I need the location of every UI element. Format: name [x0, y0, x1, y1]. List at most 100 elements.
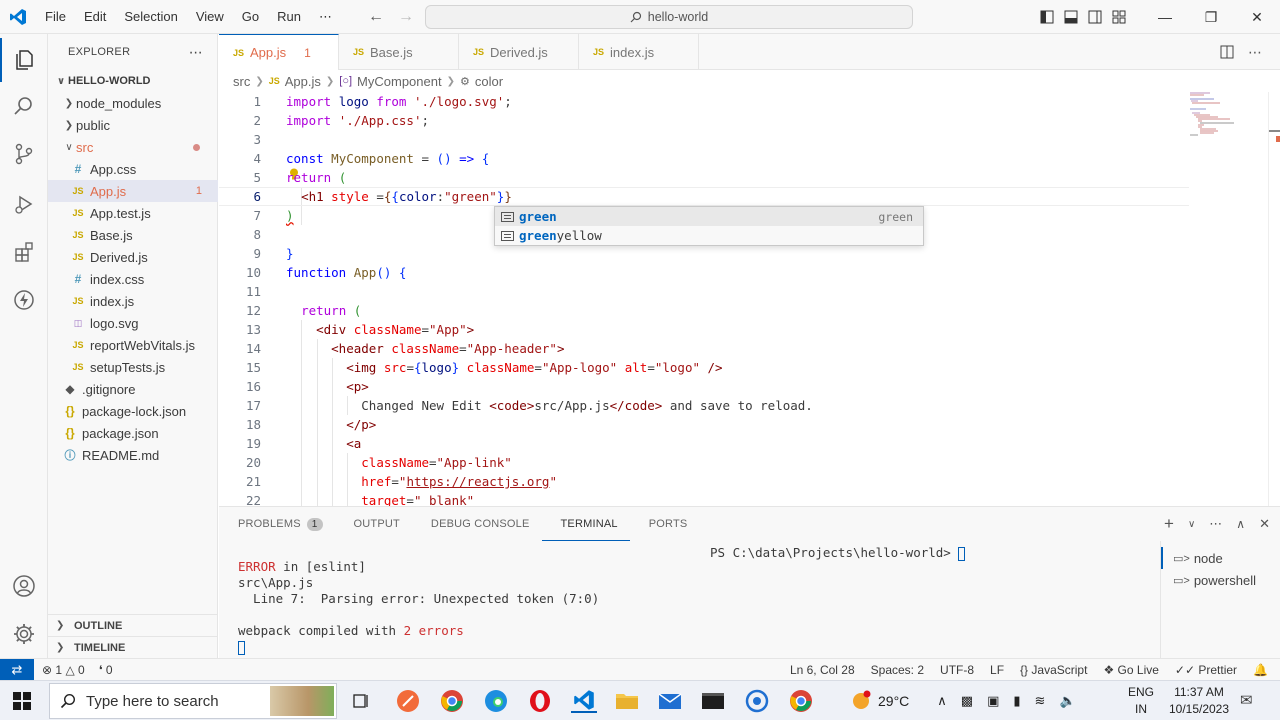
forward-arrow-icon[interactable]: → — [398, 8, 414, 26]
tree-item[interactable]: {} package.json — [48, 422, 218, 444]
tab-problems[interactable]: PROBLEMS 1 — [219, 507, 335, 541]
terminal-node[interactable]: ▭> node — [1161, 547, 1280, 569]
language-mode[interactable]: {} JavaScript — [1020, 663, 1087, 677]
breadcrumb-property[interactable]: color — [475, 74, 503, 89]
new-terminal-icon[interactable]: + — [1164, 514, 1174, 534]
encoding[interactable]: UTF-8 — [940, 663, 974, 677]
search-view-icon[interactable] — [0, 84, 48, 128]
vscode-taskbar-icon[interactable] — [571, 689, 597, 713]
menu-run[interactable]: Run — [268, 0, 310, 34]
microphone-icon[interactable]: ▮ — [1013, 693, 1020, 709]
tree-item[interactable]: ◫ logo.svg — [48, 312, 218, 334]
paint-app-icon[interactable] — [395, 689, 421, 713]
chrome-icon[interactable] — [439, 689, 465, 713]
breadcrumb-file[interactable]: App.js — [285, 74, 321, 89]
tree-item[interactable]: ◆ .gitignore — [48, 378, 218, 400]
task-view-icon[interactable] — [348, 689, 374, 713]
ports-status[interactable]: ❛ 0 — [99, 663, 113, 677]
menu-selection[interactable]: Selection — [115, 0, 186, 34]
chrome-profile-icon[interactable] — [788, 689, 814, 713]
tree-item[interactable]: ∨ src — [48, 136, 218, 158]
restore-icon[interactable]: ❐ — [1188, 9, 1234, 26]
tree-item[interactable]: ❯ public — [48, 114, 218, 136]
settings-app-icon[interactable] — [744, 689, 770, 713]
taskbar-clock[interactable]: 11:37 AM 10/15/2023 — [1164, 684, 1234, 718]
suggestion-item[interactable]: green green — [495, 207, 923, 226]
line-ending[interactable]: LF — [990, 663, 1004, 677]
tree-item[interactable]: # App.css — [48, 158, 218, 180]
opera-icon[interactable] — [527, 689, 553, 713]
prettier-button[interactable]: ✓✓ Prettier — [1175, 663, 1237, 677]
volume-icon[interactable]: 🔈 — [1059, 693, 1075, 709]
breadcrumb-symbol[interactable]: MyComponent — [357, 74, 442, 89]
menu-go[interactable]: Go — [233, 0, 268, 34]
toggle-sidebar-icon[interactable] — [1040, 10, 1054, 24]
mail-icon[interactable] — [657, 689, 683, 713]
tab-app-js[interactable]: JS App.js 1 — [219, 34, 339, 70]
tree-item[interactable]: JS reportWebVitals.js — [48, 334, 218, 356]
maximize-panel-icon[interactable]: ∧ — [1236, 517, 1245, 531]
source-control-icon[interactable] — [0, 132, 48, 176]
tab-ports[interactable]: PORTS — [630, 507, 700, 541]
suggestion-item[interactable]: green yellow — [495, 226, 923, 245]
tree-item[interactable]: JS Derived.js — [48, 246, 218, 268]
extensions-icon[interactable] — [0, 230, 48, 274]
menu-edit[interactable]: Edit — [75, 0, 115, 34]
close-panel-icon[interactable]: ✕ — [1259, 516, 1270, 532]
input-language[interactable]: ENG IN — [1126, 684, 1156, 718]
indentation[interactable]: Spaces: 2 — [871, 663, 924, 677]
show-hidden-icons-icon[interactable]: ∧ — [937, 693, 947, 709]
tab-debug-console[interactable]: DEBUG CONSOLE — [412, 507, 542, 541]
back-arrow-icon[interactable]: ← — [368, 8, 384, 26]
go-live-button[interactable]: ❖ Go Live — [1103, 663, 1158, 677]
timeline-section[interactable]: ❯ TIMELINE — [48, 636, 218, 658]
command-center-search[interactable]: hello-world — [425, 5, 913, 29]
terminal-app-icon[interactable] — [700, 689, 726, 713]
tab-base-js[interactable]: JS Base.js — [339, 34, 459, 70]
file-explorer-icon[interactable] — [614, 689, 640, 713]
minimap[interactable] — [1188, 92, 1268, 152]
explorer-icon[interactable] — [0, 38, 48, 82]
notification-center-icon[interactable]: ✉ — [1240, 691, 1253, 709]
settings-gear-icon[interactable] — [0, 612, 48, 656]
windows-start-icon[interactable] — [12, 691, 32, 711]
more-actions-icon[interactable]: ⋯ — [1209, 516, 1222, 532]
tree-item[interactable]: JS setupTests.js — [48, 356, 218, 378]
tree-item[interactable]: # index.css — [48, 268, 218, 290]
accounts-icon[interactable] — [0, 564, 48, 608]
tab-derived-js[interactable]: JS Derived.js — [459, 34, 579, 70]
remote-indicator-icon[interactable]: ⇄ — [0, 659, 34, 680]
weather-widget[interactable]: 29°C — [850, 690, 909, 712]
wifi-icon[interactable]: ≋ — [1035, 693, 1046, 709]
tab-index-js[interactable]: JS index.js — [579, 34, 699, 70]
tree-item[interactable]: ❯ node_modules — [48, 92, 218, 114]
tree-item[interactable]: ⓘ README.md — [48, 444, 218, 466]
breadcrumb-src[interactable]: src — [233, 74, 250, 89]
menu-view[interactable]: View — [187, 0, 233, 34]
editor-scrollbar[interactable] — [1268, 92, 1280, 506]
problems-status[interactable]: ⊗ 1 △ 0 — [42, 663, 85, 677]
tab-terminal[interactable]: TERMINAL — [541, 507, 630, 541]
tree-item[interactable]: JS index.js — [48, 290, 218, 312]
chevron-down-icon[interactable]: ∨ — [1188, 519, 1195, 530]
edge-icon[interactable] — [483, 689, 509, 713]
tab-output[interactable]: OUTPUT — [335, 507, 412, 541]
workspace-root[interactable]: ∨ HELLO-WORLD — [48, 70, 218, 92]
code-editor[interactable]: 1 import logo from './logo.svg'; 2 import … — [219, 92, 1280, 506]
terminal-output[interactable]: ERROR in [eslint] src\App.js Line 7: Par… — [238, 559, 599, 655]
tree-item[interactable]: JS App.js 1 — [48, 180, 218, 202]
menu-more[interactable]: ⋯ — [310, 0, 341, 34]
close-icon[interactable]: ✕ — [1234, 9, 1280, 26]
toggle-secondary-sidebar-icon[interactable] — [1088, 10, 1102, 24]
taskbar-search-input[interactable]: Type here to search — [49, 683, 337, 719]
terminal-powershell[interactable]: ▭> powershell — [1161, 569, 1280, 591]
toggle-panel-icon[interactable] — [1064, 10, 1078, 24]
menu-file[interactable]: File — [36, 0, 75, 34]
outline-section[interactable]: ❯ OUTLINE — [48, 614, 218, 636]
more-actions-icon[interactable]: ⋯ — [1248, 44, 1262, 61]
network-drive-icon[interactable]: ▩ — [961, 693, 973, 709]
minimize-icon[interactable]: — — [1142, 9, 1188, 25]
live-share-icon[interactable] — [0, 278, 48, 322]
cursor-position[interactable]: Ln 6, Col 28 — [790, 663, 855, 677]
meet-icon[interactable]: ▣ — [987, 693, 999, 709]
